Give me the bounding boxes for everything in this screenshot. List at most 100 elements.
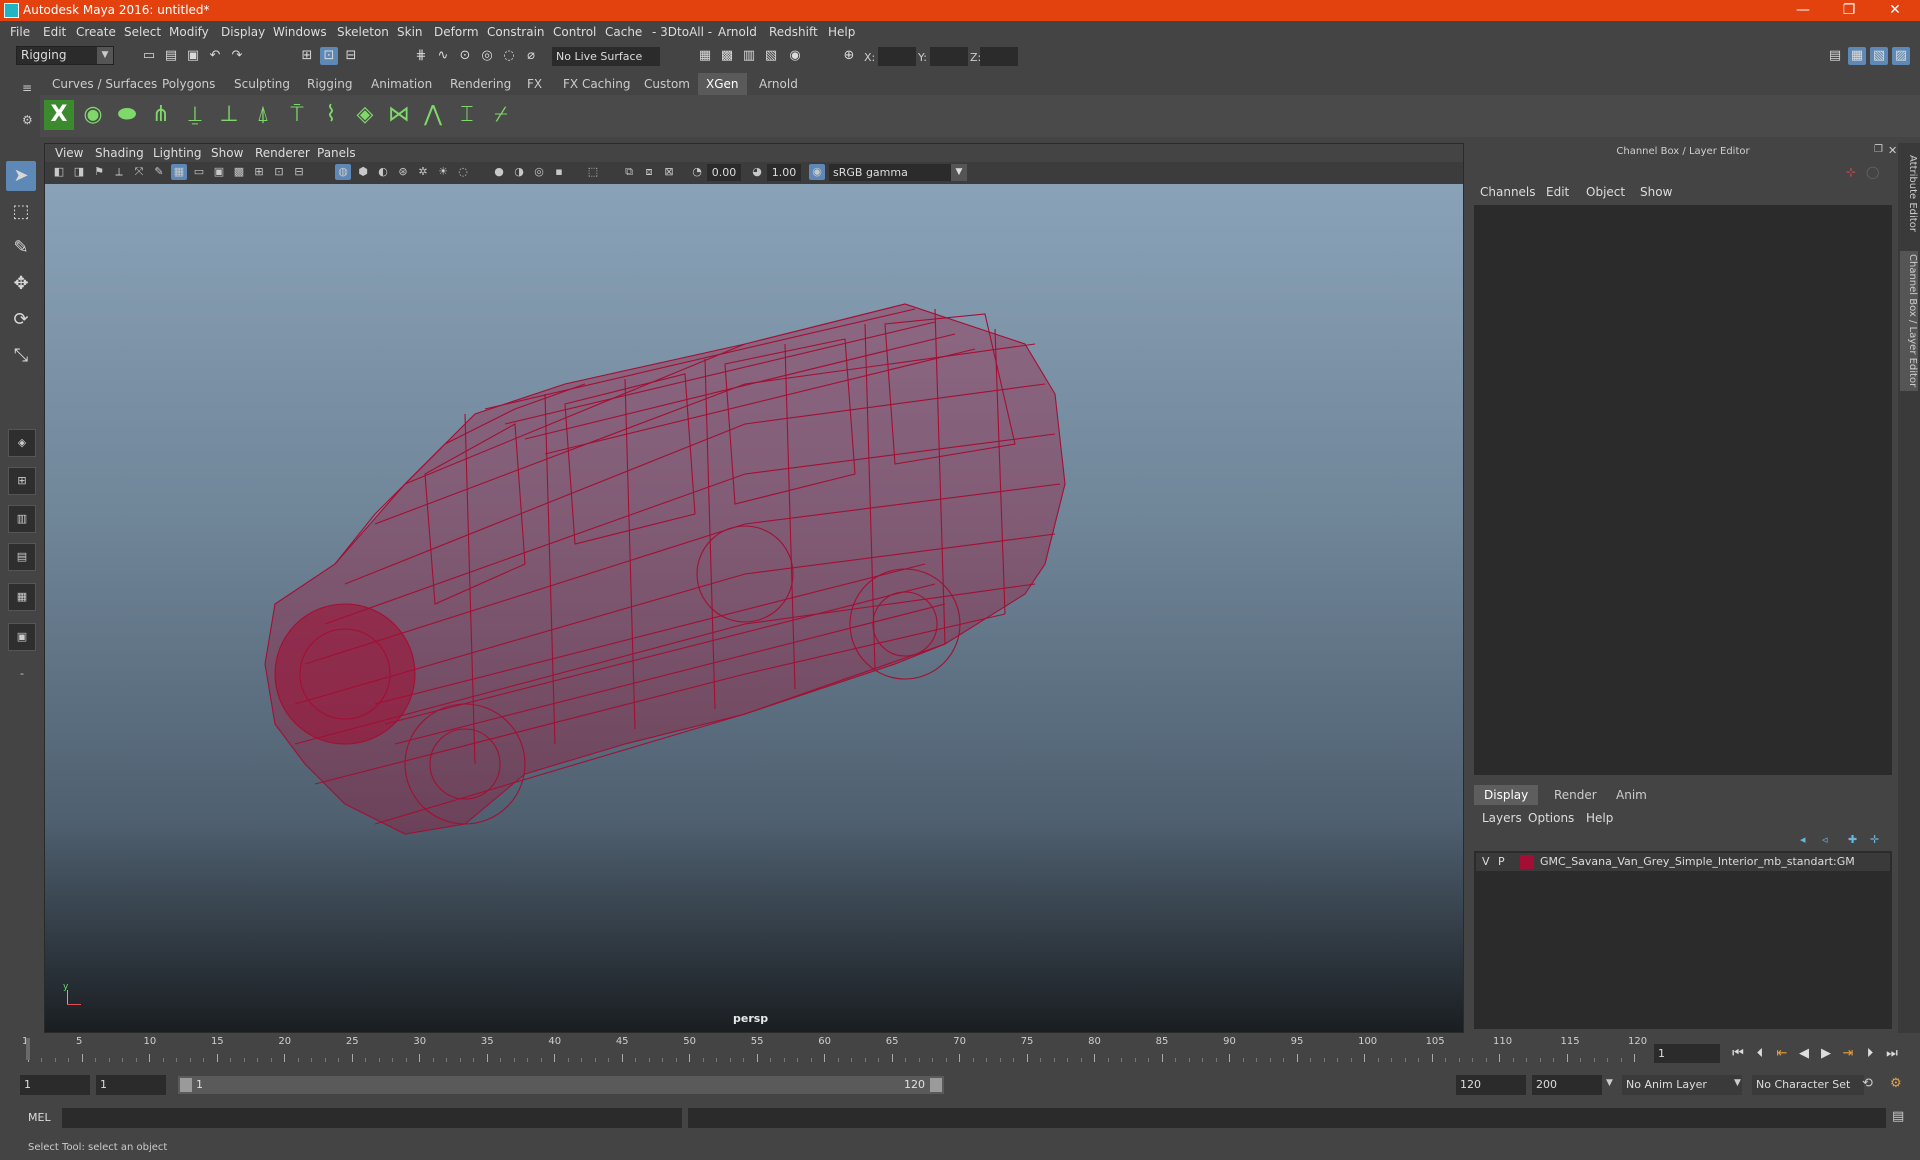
menu-deform[interactable]: Deform	[434, 25, 479, 39]
modeling-toolkit-icon[interactable]: ▤	[1826, 47, 1844, 65]
xray-icon[interactable]: ⬚	[585, 164, 601, 180]
current-time-marker[interactable]	[26, 1038, 30, 1060]
viewport-canvas[interactable]: y persp	[45, 184, 1463, 1032]
menu-constrain[interactable]: Constrain	[487, 25, 545, 39]
tool-settings-toggle-icon[interactable]: ▧	[1870, 47, 1888, 65]
xgen-create-description-icon[interactable]: ⬬	[112, 100, 142, 130]
menu-file[interactable]: File	[10, 25, 30, 39]
persp-outliner-layout-icon[interactable]: ▥	[8, 505, 36, 533]
van-wireframe-model[interactable]	[45, 184, 1463, 1032]
go-to-start-icon[interactable]: ⏮	[1728, 1044, 1748, 1064]
snap-live-icon[interactable]: ⌀	[522, 47, 540, 65]
y-field[interactable]	[930, 47, 968, 66]
film-gate-icon[interactable]: ▭	[191, 164, 207, 180]
float-panel-icon[interactable]: ❐	[1874, 144, 1883, 155]
go-to-end-icon[interactable]: ⏭	[1882, 1044, 1902, 1064]
move-tool-icon[interactable]: ✥	[6, 269, 36, 299]
xgen-interactive-groom-icon[interactable]: ⌶	[452, 100, 482, 130]
snap-surface-icon[interactable]: ◌	[500, 47, 518, 65]
command-input[interactable]	[62, 1108, 682, 1128]
range-start-handle[interactable]	[180, 1078, 192, 1092]
layer-row[interactable]: V P GMC_Savana_Van_Grey_Simple_Interior_…	[1476, 853, 1890, 871]
save-scene-icon[interactable]: ▣	[184, 47, 202, 65]
close-button[interactable]: ✕	[1872, 0, 1918, 21]
field-chart-icon[interactable]: ⊞	[251, 164, 267, 180]
select-by-object-icon[interactable]: ⊡	[320, 47, 338, 65]
xgen-cut-icon[interactable]: ⌿	[486, 100, 516, 130]
channel-box-list[interactable]	[1474, 205, 1892, 775]
live-surface-field[interactable]: No Live Surface	[552, 47, 660, 66]
select-by-hierarchy-icon[interactable]: ⊞	[298, 47, 316, 65]
tab-fx-caching[interactable]: FX Caching	[555, 73, 638, 95]
viewport-menu-lighting[interactable]: Lighting	[153, 146, 202, 160]
color-management-icon[interactable]: ◉	[809, 164, 825, 180]
tab-render-layers[interactable]: Render	[1544, 785, 1607, 805]
layer-color-swatch[interactable]	[1520, 855, 1534, 869]
channels-menu[interactable]: Channels	[1480, 185, 1536, 199]
anim-layer-select[interactable]: No Anim Layer	[1622, 1075, 1742, 1095]
menu-redshift[interactable]: Redshift	[769, 25, 818, 39]
shelf-menu-icon[interactable]: ≡	[22, 81, 32, 95]
xgen-place-guide-icon[interactable]: ⍊	[180, 100, 210, 130]
move-layer-down-icon[interactable]: ◃	[1822, 833, 1828, 846]
tab-rendering[interactable]: Rendering	[442, 73, 519, 95]
auto-key-icon[interactable]: ⟲	[1862, 1076, 1873, 1091]
end-options-chevron-icon[interactable]: ▼	[1606, 1078, 1613, 1088]
xgen-preview-icon[interactable]: ◉	[78, 100, 108, 130]
layer-playback-toggle[interactable]: P	[1498, 853, 1505, 871]
viewport-menu-shading[interactable]: Shading	[95, 146, 144, 160]
x-field[interactable]	[878, 47, 916, 66]
ipr-render-icon[interactable]: ▥	[740, 47, 758, 65]
manipulator-icon[interactable]: ⊹	[1846, 165, 1856, 179]
tab-attribute-editor[interactable]: Attribute Editor	[1900, 153, 1918, 233]
gate-mask-icon[interactable]: ▩	[231, 164, 247, 180]
menu-help[interactable]: Help	[828, 25, 855, 39]
menu-edit[interactable]: Edit	[43, 25, 66, 39]
character-set-select[interactable]: No Character Set	[1752, 1075, 1864, 1095]
speed-icon[interactable]: ◯	[1866, 165, 1879, 179]
exposure-icon[interactable]: ◔	[689, 164, 705, 180]
exposure-field[interactable]: 0.00	[707, 164, 741, 181]
menu-create[interactable]: Create	[76, 25, 116, 39]
viewport-menu-view[interactable]: View	[55, 146, 83, 160]
close-panel-icon[interactable]: ✕	[1888, 144, 1897, 157]
camera-attributes-icon[interactable]: ◨	[71, 164, 87, 180]
xgen-flip-guide-icon[interactable]: ⌇	[316, 100, 346, 130]
select-tool-icon[interactable]: ➤	[6, 161, 36, 191]
range-slider-track[interactable]: 1 120	[178, 1076, 944, 1094]
undo-icon[interactable]: ↶	[206, 47, 224, 65]
two-d-pan-zoom-icon[interactable]: ⤧	[131, 164, 147, 180]
transform-constraint-icon[interactable]: ⊕	[840, 47, 858, 65]
xgen-groom-icon[interactable]: ⋔	[146, 100, 176, 130]
menu-arnold[interactable]: Arnold	[718, 25, 757, 39]
layout-more-icon[interactable]: -	[8, 661, 36, 689]
snap-curve-icon[interactable]: ∿	[434, 47, 452, 65]
xray-joints-icon[interactable]: ⧉	[621, 164, 637, 180]
range-end-handle[interactable]	[930, 1078, 942, 1092]
grid-icon[interactable]: ▦	[171, 164, 187, 180]
backface-culling-icon[interactable]: ⊠	[661, 164, 677, 180]
render-view-icon[interactable]: ▦	[696, 47, 714, 65]
step-back-key-icon[interactable]: ⇤	[1772, 1044, 1792, 1064]
xgen-sculpt-guide-icon[interactable]: ⍋	[248, 100, 278, 130]
open-scene-icon[interactable]: ▤	[162, 47, 180, 65]
time-slider[interactable]: 1510152025303540455055606570758085909510…	[22, 1036, 1647, 1064]
gamma-icon[interactable]: ◕	[749, 164, 765, 180]
wireframe-icon[interactable]: ◍	[335, 164, 351, 180]
default-material-icon[interactable]: ◐	[375, 164, 391, 180]
step-back-frame-icon[interactable]: ⏴	[1750, 1044, 1770, 1064]
new-empty-layer-icon[interactable]: ✚	[1848, 833, 1857, 846]
snap-point-icon[interactable]: ⊙	[456, 47, 474, 65]
layer-name[interactable]: GMC_Savana_Van_Grey_Simple_Interior_mb_s…	[1540, 853, 1886, 871]
animation-start-field[interactable]: 1	[20, 1075, 90, 1095]
xgen-lock-guide-icon[interactable]: ⍑	[282, 100, 312, 130]
new-scene-icon[interactable]: ▭	[140, 47, 158, 65]
safe-title-icon[interactable]: ⊟	[291, 164, 307, 180]
xgen-modifier-icon[interactable]: ⋀	[418, 100, 448, 130]
menu-control[interactable]: Control	[553, 25, 596, 39]
xgen-editor-icon[interactable]: X	[44, 100, 74, 130]
script-editor-icon[interactable]: ▤	[1892, 1109, 1904, 1124]
smooth-shade-icon[interactable]: ⬢	[355, 164, 371, 180]
shadows-icon[interactable]: ☀	[435, 164, 451, 180]
attribute-editor-toggle-icon[interactable]: ▦	[1848, 47, 1866, 65]
